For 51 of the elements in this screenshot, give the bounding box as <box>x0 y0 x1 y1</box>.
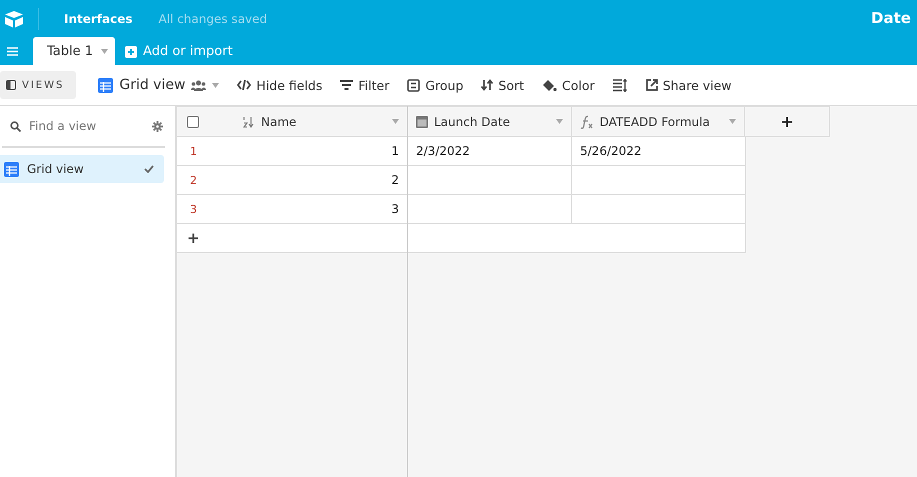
caret-icon <box>212 82 220 88</box>
sort-icon <box>481 79 494 91</box>
row-number: 2 <box>189 172 198 188</box>
people-icon <box>191 80 206 90</box>
search-icon <box>10 120 21 132</box>
sort-button[interactable]: Sort <box>481 78 524 92</box>
plus-square-icon <box>125 46 138 58</box>
hidden-code-icon <box>237 79 252 91</box>
color-button[interactable]: Color <box>542 78 595 92</box>
group-button[interactable]: Group <box>407 78 464 92</box>
share-button[interactable]: Share view <box>646 78 732 92</box>
table-cell: 2/3/2022 <box>408 137 572 165</box>
row-height-icon <box>612 78 628 92</box>
menu-icon[interactable] <box>7 47 18 56</box>
checkmark-icon <box>144 165 154 173</box>
hide-button[interactable]: Hide fields <box>237 78 322 92</box>
grid-icon <box>4 162 19 176</box>
table-cell-text: 2 <box>390 172 400 189</box>
grid-icon <box>98 78 114 92</box>
search-field[interactable]: Find a view <box>29 119 125 133</box>
views-toggle[interactable]: VIEWS <box>0 71 76 99</box>
table-cell-text: 3 <box>390 201 400 218</box>
table-cell: 5/26/2022 <box>572 137 746 165</box>
calendar-icon <box>416 116 428 128</box>
table-tab[interactable]: Table 1 <box>33 37 116 65</box>
number-sort-icon <box>243 116 255 128</box>
caret-icon <box>729 119 736 124</box>
caret-icon <box>101 48 108 54</box>
base-title: Date <box>871 9 911 27</box>
table-cell-text: 1 <box>390 143 400 160</box>
column-header[interactable]: Launch Date <box>408 107 572 136</box>
sidebar-icon <box>6 80 16 90</box>
row-number: 3 <box>189 202 198 218</box>
column-header[interactable]: Name <box>235 107 407 136</box>
view-switcher[interactable]: Grid view <box>98 77 220 93</box>
share-icon <box>646 79 658 91</box>
settings-icon[interactable] <box>152 120 163 132</box>
filter-button[interactable]: Filter <box>340 78 390 92</box>
caret-icon <box>556 119 563 124</box>
row-number: 1 <box>189 144 198 160</box>
height-button[interactable] <box>612 78 628 92</box>
save-status: All changes saved <box>158 12 268 26</box>
select-all-checkbox[interactable] <box>187 116 199 128</box>
filter-icon <box>340 80 354 90</box>
caret-icon <box>392 119 399 124</box>
logo-icon <box>4 10 24 28</box>
function-icon <box>580 114 594 128</box>
list-box-icon <box>407 78 420 92</box>
add-row-button[interactable]: + <box>177 229 210 247</box>
view-item[interactable]: Grid view <box>0 155 164 183</box>
paint-bucket-icon <box>542 78 558 92</box>
